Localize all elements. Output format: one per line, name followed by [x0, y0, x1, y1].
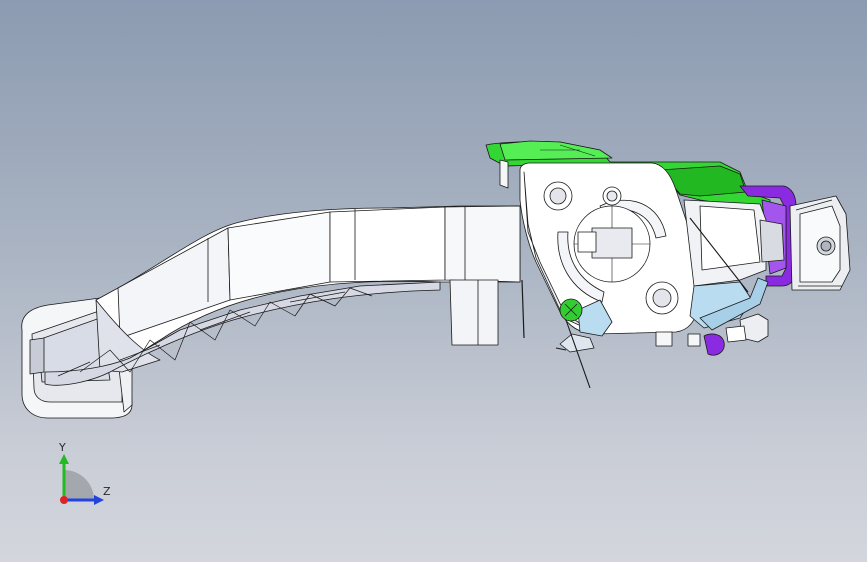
mounting-bracket[interactable] [519, 162, 700, 335]
y-axis-arrow-icon [59, 454, 69, 464]
axis-triad: Y Z [48, 438, 118, 508]
z-axis-label: Z [103, 485, 111, 498]
3d-viewport[interactable]: Y Z [0, 0, 867, 562]
y-axis-label: Y [59, 441, 66, 454]
pedal-arm[interactable] [44, 205, 525, 386]
x-axis-dot-icon [60, 496, 68, 504]
end-rail[interactable] [789, 195, 851, 291]
pedal-assembly-model[interactable] [0, 0, 867, 562]
triad-arc [64, 470, 94, 500]
screw-head[interactable] [559, 298, 583, 322]
